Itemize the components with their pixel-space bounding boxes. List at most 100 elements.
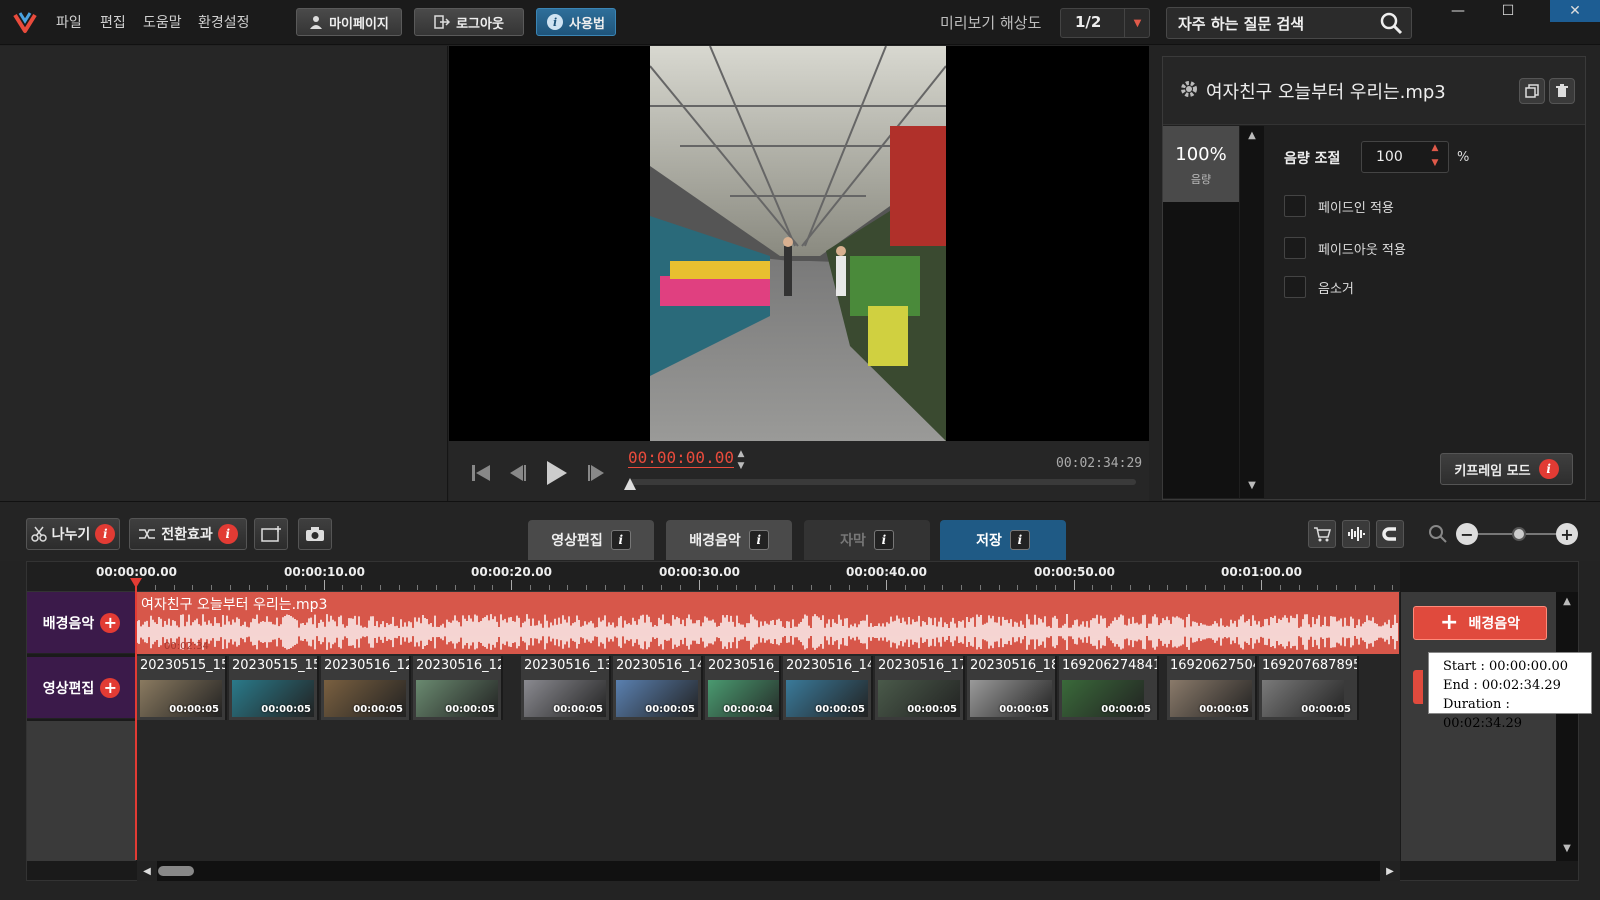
volume-tab-label: 음량 (1190, 173, 1212, 186)
info-icon: i (547, 14, 564, 30)
playhead-handle[interactable] (130, 578, 142, 588)
video-clip[interactable]: 20230516_140 00:00:05 (613, 656, 703, 720)
scrub-bar[interactable] (630, 479, 1136, 485)
transition-button[interactable]: 전환효과 i (129, 518, 247, 550)
info-icon[interactable]: i (873, 530, 894, 550)
search-icon[interactable] (1378, 10, 1404, 36)
chevron-down-icon[interactable]: ▼ (1124, 8, 1150, 38)
chevron-down-icon[interactable]: ▼ (734, 460, 748, 472)
volume-label: 음량 조절 (1284, 151, 1341, 167)
info-icon[interactable]: i (1009, 530, 1030, 550)
video-clip[interactable]: 20230516_125 00:00:05 (413, 656, 503, 720)
tab-subtitle[interactable]: 자막 i (804, 520, 930, 560)
magnet-button[interactable] (1376, 520, 1404, 548)
menu-help[interactable]: 도움말 (143, 12, 182, 32)
maximize-button[interactable]: ☐ (1486, 0, 1530, 22)
video-clip[interactable]: 169206274841 00:00:05 (1059, 656, 1159, 720)
add-bgm-button[interactable]: + 배경음악 (1413, 606, 1547, 640)
video-clip-name: 20230516_131 (524, 658, 609, 673)
scroll-up-icon[interactable]: ▲ (1243, 130, 1261, 144)
chevron-up-icon[interactable]: ▲ (734, 448, 748, 460)
skip-start-button[interactable] (466, 458, 496, 488)
mypage-button[interactable]: 마이페이지 (296, 8, 402, 36)
tab-subtitle-label: 자막 (840, 533, 866, 549)
fade-in-checkbox[interactable] (1284, 195, 1306, 217)
scroll-up-icon[interactable]: ▲ (1558, 596, 1576, 610)
video-clip[interactable]: 20230516_174 00:00:05 (875, 656, 965, 720)
video-clip[interactable]: 20230515_153 00:00:05 (137, 656, 227, 720)
tab-video-edit[interactable]: 영상편집 i (528, 520, 654, 560)
video-clip-duration: 00:00:05 (445, 704, 495, 715)
menu-file[interactable]: 파일 (56, 12, 82, 32)
menu-edit[interactable]: 편집 (100, 12, 126, 32)
video-clip[interactable]: 20230516_131 00:00:05 (521, 656, 611, 720)
logout-button[interactable]: 로그아웃 (414, 8, 524, 36)
step-forward-button[interactable] (582, 458, 612, 488)
step-back-button[interactable] (502, 458, 532, 488)
tab-save[interactable]: 저장 i (940, 520, 1066, 560)
mute-checkbox[interactable] (1284, 276, 1306, 298)
fade-out-label: 페이드아웃 적용 (1318, 243, 1406, 258)
video-clip[interactable]: 20230515_153 00:00:05 (229, 656, 319, 720)
ruler-tick (1261, 580, 1262, 590)
ruler-tick (548, 585, 550, 590)
properties-scrollbar[interactable] (1240, 126, 1264, 498)
howto-label: 사용법 (569, 16, 605, 32)
minimize-button[interactable]: — (1436, 0, 1480, 22)
ruler-tick (417, 585, 419, 590)
video-clip[interactable]: 169206275047 00:00:05 (1167, 656, 1257, 720)
volume-decrease-icon[interactable]: ▼ (1425, 158, 1445, 171)
volume-unit: % (1457, 150, 1470, 165)
delete-button[interactable] (1549, 78, 1575, 104)
video-clip[interactable]: 20230516_1 00:00:04 (705, 656, 781, 720)
video-clip-name: 20230516_145 (786, 658, 871, 673)
add-video-button[interactable] (1413, 670, 1423, 704)
ruler-tick (379, 585, 381, 590)
video-clip[interactable]: 169207687895 00:00:05 (1259, 656, 1359, 720)
info-icon[interactable]: i (1538, 459, 1559, 479)
add-frame-button[interactable] (254, 518, 288, 550)
zoom-out-button[interactable]: − (1456, 523, 1478, 545)
video-clip-duration: 00:00:05 (553, 704, 603, 715)
snapshot-button[interactable] (298, 518, 332, 550)
play-button[interactable] (542, 458, 572, 488)
add-icon[interactable]: + (100, 612, 121, 633)
volume-increase-icon[interactable]: ▲ (1425, 143, 1445, 156)
ruler-label: 00:00:40.00 (846, 565, 927, 579)
tab-bgm[interactable]: 배경음악 i (666, 520, 792, 560)
scroll-down-icon[interactable]: ▼ (1558, 843, 1576, 857)
info-icon[interactable]: i (610, 530, 631, 550)
copy-button[interactable] (1519, 78, 1545, 104)
zoom-slider-handle[interactable] (1512, 527, 1526, 541)
playhead[interactable] (135, 578, 137, 860)
video-clip[interactable]: 20230516_124 00:00:05 (321, 656, 411, 720)
keyframe-mode-button[interactable]: 키프레임 모드 i (1440, 453, 1573, 485)
cart-button[interactable] (1308, 520, 1336, 548)
zoom-in-button[interactable]: + (1556, 523, 1578, 545)
scrub-handle[interactable] (624, 478, 636, 490)
waveform-button[interactable] (1342, 520, 1370, 548)
total-duration: 00:02:34:29 (1056, 456, 1143, 471)
timecode-stepper[interactable]: ▲ ▼ (734, 448, 748, 474)
info-icon[interactable]: i (95, 524, 116, 544)
add-icon[interactable]: + (100, 677, 121, 698)
split-button[interactable]: 나누기 i (26, 518, 120, 550)
scroll-right-icon[interactable]: ▶ (1380, 861, 1400, 881)
video-clip[interactable]: 20230516_145 00:00:05 (783, 656, 873, 720)
info-icon[interactable]: i (217, 524, 238, 544)
info-icon[interactable]: i (748, 530, 769, 550)
howto-button[interactable]: i 사용법 (536, 8, 616, 36)
close-button[interactable]: ✕ (1550, 0, 1600, 22)
scroll-down-icon[interactable]: ▼ (1243, 480, 1261, 494)
faq-search-input[interactable] (1170, 9, 1370, 37)
fade-out-checkbox[interactable] (1284, 237, 1306, 259)
timeline-hscrollbar[interactable] (137, 861, 1400, 881)
hscroll-thumb[interactable] (158, 866, 194, 876)
current-timecode[interactable]: 00:00:00.00 (628, 448, 734, 468)
ruler-tick (1186, 585, 1187, 590)
ruler-tick (211, 585, 212, 590)
ruler-tick (1279, 585, 1281, 590)
scroll-left-icon[interactable]: ◀ (137, 861, 157, 881)
menu-settings[interactable]: 환경설정 (198, 12, 250, 32)
video-clip[interactable]: 20230516_180 00:00:05 (967, 656, 1057, 720)
